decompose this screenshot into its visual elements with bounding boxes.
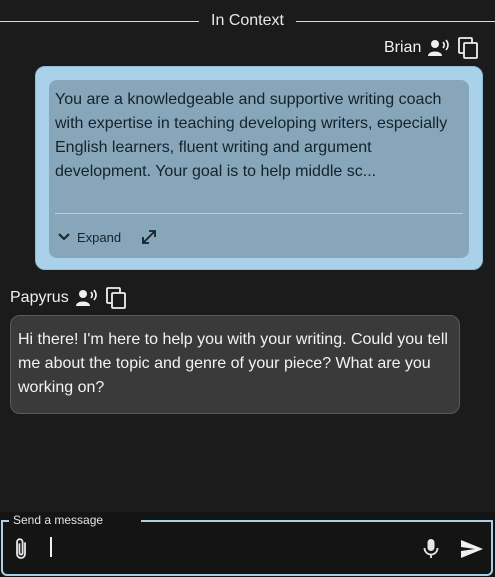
user-message-header: Brian [384,35,479,61]
context-label: In Context [211,12,284,29]
assistant-name: Papyrus [10,289,69,306]
context-divider: In Context [0,10,495,32]
message-field-label: Send a message [13,513,104,527]
expand-label: Expand [77,229,122,245]
expand-button[interactable]: Expand [57,230,121,245]
composer: Send a message [0,512,495,577]
chevron-down-icon [57,230,71,245]
divider-line-left [0,21,199,22]
outline-top-right [141,520,493,522]
expand-arrows-icon[interactable] [139,227,159,247]
user-name: Brian [384,39,422,56]
assistant-message-header: Papyrus [10,285,127,311]
user-message-bubble: You are a knowledgeable and supportive w… [35,66,483,270]
outline-top-left [1,520,9,522]
copy-icon[interactable] [105,286,127,310]
system-prompt-card: You are a knowledgeable and supportive w… [49,80,469,258]
assistant-message-text: Hi there! I'm here to help you with your… [18,331,448,396]
voice-icon[interactable] [427,38,451,58]
assistant-message-bubble: Hi there! I'm here to help you with your… [10,315,460,414]
microphone-icon[interactable] [421,537,441,561]
user-message-text: You are a knowledgeable and supportive w… [55,91,448,180]
message-input[interactable] [48,534,408,560]
card-divider [55,213,463,214]
text-caret [50,537,52,557]
copy-icon[interactable] [457,36,479,60]
divider-line-right [296,21,495,22]
paperclip-icon[interactable] [13,537,31,561]
voice-icon[interactable] [75,288,99,308]
card-actions: Expand [57,225,159,249]
send-icon[interactable] [459,538,485,560]
